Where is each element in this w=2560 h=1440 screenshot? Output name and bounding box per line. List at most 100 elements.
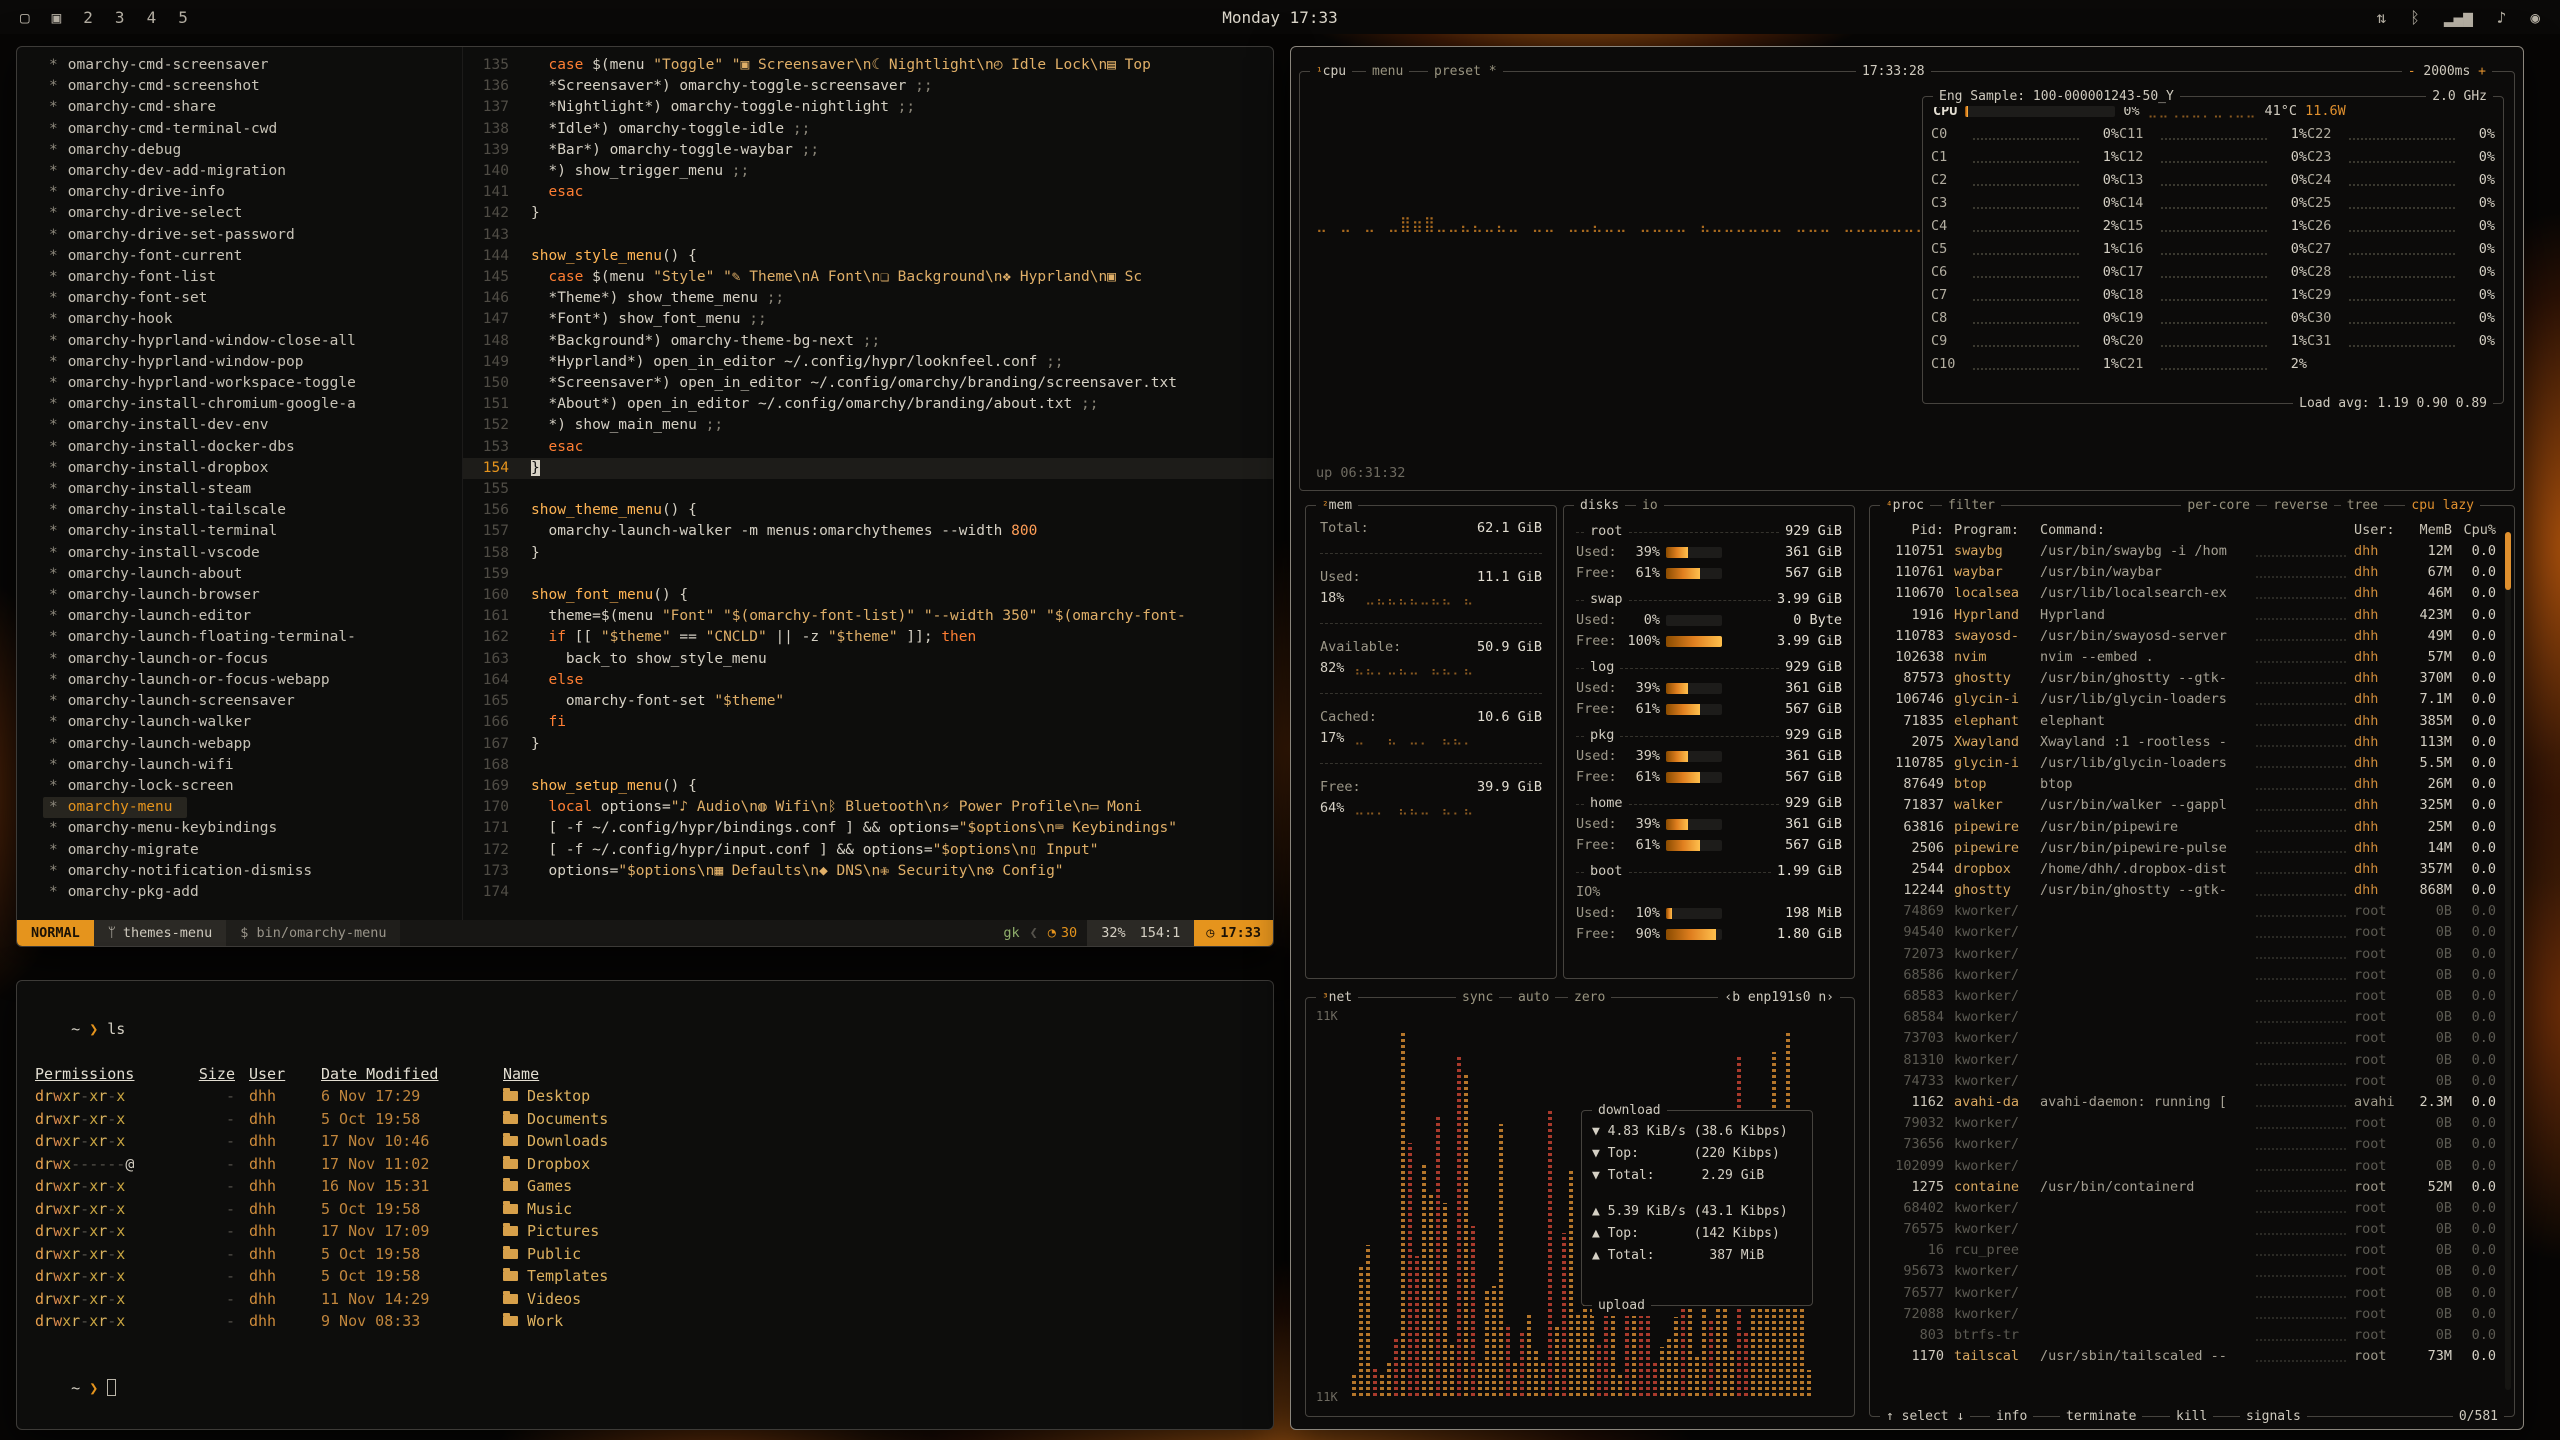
code-line[interactable]: 135 case $(menu "Toggle" "▣ Screensaver\…: [463, 55, 1273, 76]
workspace-3[interactable]: 3: [115, 8, 125, 27]
file-item[interactable]: *omarchy-launch-wifi: [43, 755, 462, 776]
file-item[interactable]: *omarchy-install-docker-dbs: [43, 437, 462, 458]
prompt-line-2[interactable]: ~ ❯: [35, 1355, 1255, 1423]
proc-row[interactable]: 94540kworker/root0B0.0: [1882, 922, 2504, 943]
code-line[interactable]: 163 back_to show_style_menu: [463, 649, 1273, 670]
net-auto-toggle[interactable]: auto: [1512, 987, 1555, 1008]
proc-row[interactable]: 102099kworker/root0B0.0: [1882, 1155, 2504, 1176]
signal-icon[interactable]: ▂▄▆: [2444, 8, 2473, 27]
kill-button[interactable]: kill: [2170, 1406, 2213, 1427]
dir-name[interactable]: Games: [503, 1175, 1255, 1198]
file-item[interactable]: *omarchy-install-terminal: [43, 521, 462, 542]
proc-row[interactable]: 74733kworker/root0B0.0: [1882, 1071, 2504, 1092]
code-line[interactable]: 138 *Idle*) omarchy-toggle-idle ;;: [463, 119, 1273, 140]
code-line[interactable]: 141 esac: [463, 182, 1273, 203]
proc-row[interactable]: 73656kworker/root0B0.0: [1882, 1134, 2504, 1155]
proc-row[interactable]: 68583kworker/root0B0.0: [1882, 986, 2504, 1007]
code-line[interactable]: 147 *Font*) show_font_menu ;;: [463, 309, 1273, 330]
proc-row[interactable]: 1162avahi-daavahi-daemon: running [avahi…: [1882, 1092, 2504, 1113]
workspace-2[interactable]: 2: [83, 8, 93, 27]
proc-header-Command[interactable]: Command:: [2040, 520, 2354, 541]
code-line[interactable]: 173 options="$options\n▦ Defaults\n◆ DNS…: [463, 861, 1273, 882]
dir-name[interactable]: Pictures: [503, 1220, 1255, 1243]
net-zero-toggle[interactable]: zero: [1568, 987, 1611, 1008]
file-item[interactable]: *omarchy-launch-screensaver: [43, 691, 462, 712]
terminal-window[interactable]: ~ ❯ ls PermissionsSizeUserDate ModifiedN…: [16, 980, 1274, 1430]
code-line[interactable]: 149 *Hyprland*) open_in_editor ~/.config…: [463, 352, 1273, 373]
proc-row[interactable]: 87573ghostty/usr/bin/ghostty --gtk-dhh37…: [1882, 668, 2504, 689]
bluetooth-icon[interactable]: ᛒ: [2410, 8, 2420, 27]
code-editor[interactable]: 135 case $(menu "Toggle" "▣ Screensaver\…: [463, 47, 1273, 920]
file-item[interactable]: *omarchy-hook: [43, 309, 462, 330]
file-item[interactable]: *omarchy-drive-select: [43, 203, 462, 224]
file-item[interactable]: *omarchy-launch-floating-terminal-: [43, 627, 462, 648]
file-item[interactable]: *omarchy-font-list: [43, 267, 462, 288]
file-item[interactable]: *omarchy-install-dev-env: [43, 415, 462, 436]
dir-name[interactable]: Downloads: [503, 1130, 1255, 1153]
filter-button[interactable]: filter: [1942, 495, 2001, 516]
proc-row[interactable]: 71837walker/usr/bin/walker --gappldhh325…: [1882, 795, 2504, 816]
proc-row[interactable]: 2075XwaylandXwayland :1 -rootless -dhh11…: [1882, 732, 2504, 753]
code-line[interactable]: 151 *About*) open_in_editor ~/.config/om…: [463, 394, 1273, 415]
proc-row[interactable]: 79032kworker/root0B0.0: [1882, 1113, 2504, 1134]
dir-name[interactable]: Dropbox: [503, 1153, 1255, 1176]
file-item[interactable]: *omarchy-launch-or-focus: [43, 649, 462, 670]
proc-row[interactable]: 76577kworker/root0B0.0: [1882, 1283, 2504, 1304]
code-line[interactable]: 146 *Theme*) show_theme_menu ;;: [463, 288, 1273, 309]
file-item[interactable]: *omarchy-install-chromium-google-a: [43, 394, 462, 415]
code-line[interactable]: 169show_setup_menu() {: [463, 776, 1273, 797]
proc-row[interactable]: 110670localsea/usr/lib/localsearch-exdhh…: [1882, 583, 2504, 604]
proc-row[interactable]: 2506pipewire/usr/bin/pipewire-pulsedhh14…: [1882, 838, 2504, 859]
file-item[interactable]: *omarchy-drive-info: [43, 182, 462, 203]
workspace-icon-filled[interactable]: ▣: [52, 8, 62, 27]
file-item[interactable]: *omarchy-launch-or-focus-webapp: [43, 670, 462, 691]
proc-row[interactable]: 87649btopbtopdhh26M0.0: [1882, 774, 2504, 795]
code-line[interactable]: 172 [ -f ~/.config/hypr/input.conf ] && …: [463, 840, 1273, 861]
dir-name[interactable]: Videos: [503, 1288, 1255, 1311]
file-item[interactable]: *omarchy-cmd-screenshot: [43, 76, 462, 97]
code-line[interactable]: 165 omarchy-font-set "$theme": [463, 691, 1273, 712]
code-line[interactable]: 136 *Screensaver*) omarchy-toggle-screen…: [463, 76, 1273, 97]
reverse-toggle[interactable]: reverse: [2267, 495, 2334, 516]
proc-row[interactable]: 71835elephantelephantdhh385M0.0: [1882, 711, 2504, 732]
file-item[interactable]: *omarchy-cmd-terminal-cwd: [43, 119, 462, 140]
code-line[interactable]: 137 *Nightlight*) omarchy-toggle-nightli…: [463, 97, 1273, 118]
file-item[interactable]: *omarchy-hyprland-workspace-toggle: [43, 373, 462, 394]
file-item[interactable]: *omarchy-drive-set-password: [43, 225, 462, 246]
file-item[interactable]: *omarchy-pkg-add: [43, 882, 462, 903]
file-item[interactable]: *omarchy-menu: [43, 797, 187, 818]
net-interface[interactable]: ‹b enp191s0 n›: [1718, 987, 1840, 1008]
sync-icon[interactable]: ⇅: [2377, 8, 2387, 27]
proc-row[interactable]: 2544dropbox/home/dhh/.dropbox-distdhh357…: [1882, 859, 2504, 880]
proc-row[interactable]: 1916HyprlandHyprlanddhh423M0.0: [1882, 605, 2504, 626]
file-item[interactable]: *omarchy-menu-keybindings: [43, 818, 462, 839]
proc-row[interactable]: 68584kworker/root0B0.0: [1882, 1007, 2504, 1028]
dir-name[interactable]: Templates: [503, 1265, 1255, 1288]
sort-selector[interactable]: cpu lazy: [2405, 495, 2480, 516]
cpu-box-title[interactable]: ¹cpu: [1310, 61, 1352, 82]
proc-header-MemB[interactable]: MemB: [2406, 520, 2452, 541]
proc-row[interactable]: 102638nvimnvim --embed .dhh57M0.0: [1882, 647, 2504, 668]
info-button[interactable]: info: [1990, 1406, 2033, 1427]
signals-button[interactable]: signals: [2240, 1406, 2307, 1427]
code-line[interactable]: 142}: [463, 203, 1273, 224]
proc-row[interactable]: 72073kworker/root0B0.0: [1882, 944, 2504, 965]
file-item[interactable]: *omarchy-font-set: [43, 288, 462, 309]
file-item[interactable]: *omarchy-install-tailscale: [43, 500, 462, 521]
code-line[interactable]: 139 *Bar*) omarchy-toggle-waybar ;;: [463, 140, 1273, 161]
file-item[interactable]: *omarchy-launch-browser: [43, 585, 462, 606]
proc-row[interactable]: 1170tailscal/usr/sbin/tailscaled --root7…: [1882, 1346, 2504, 1367]
proc-scrollbar[interactable]: [2505, 532, 2511, 1390]
tree-toggle[interactable]: tree: [2341, 495, 2384, 516]
file-item[interactable]: *omarchy-debug: [43, 140, 462, 161]
file-item[interactable]: *omarchy-cmd-share: [43, 97, 462, 118]
proc-row[interactable]: 1275containe/usr/bin/containerdroot52M0.…: [1882, 1177, 2504, 1198]
dir-name[interactable]: Desktop: [503, 1085, 1255, 1108]
code-line[interactable]: 168: [463, 755, 1273, 776]
code-line[interactable]: 158}: [463, 543, 1273, 564]
file-item[interactable]: *omarchy-hyprland-window-pop: [43, 352, 462, 373]
file-item[interactable]: *omarchy-notification-dismiss: [43, 861, 462, 882]
file-item[interactable]: *omarchy-lock-screen: [43, 776, 462, 797]
file-item[interactable]: *omarchy-install-vscode: [43, 543, 462, 564]
code-line[interactable]: 145 case $(menu "Style" "✎ Theme\nA Font…: [463, 267, 1273, 288]
